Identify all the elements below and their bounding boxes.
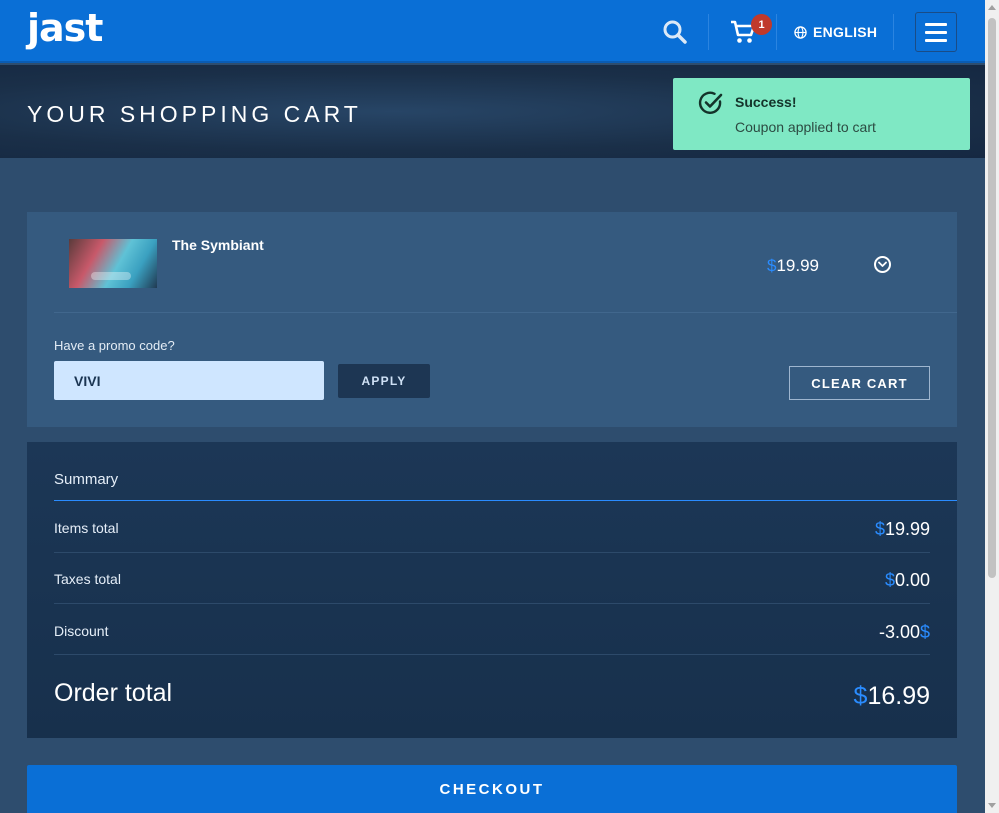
top-navbar: jast 1 ENGLISH xyxy=(0,0,985,63)
scroll-down-arrow-icon[interactable] xyxy=(988,803,996,808)
price-value: 19.99 xyxy=(776,256,820,275)
toast-message: Coupon applied to cart xyxy=(735,119,876,135)
divider xyxy=(54,500,957,501)
cart-count-badge: 1 xyxy=(751,14,772,35)
chevron-down-icon xyxy=(878,261,887,267)
nav-divider xyxy=(776,14,777,50)
item-expand-button[interactable] xyxy=(874,256,891,273)
nav-divider xyxy=(893,14,894,50)
promo-code-input[interactable] xyxy=(54,361,324,400)
search-icon[interactable] xyxy=(662,19,688,45)
menu-button[interactable] xyxy=(915,12,957,52)
scrollbar-thumb[interactable] xyxy=(988,18,996,578)
discount-value: -3.00$ xyxy=(878,622,930,642)
product-price: $19.99 xyxy=(767,256,819,276)
check-circle-icon xyxy=(698,91,723,114)
language-label: ENGLISH xyxy=(813,24,878,40)
page-title: YOUR SHOPPING CART xyxy=(27,101,362,127)
taxes-total-label: Taxes total xyxy=(54,571,121,587)
clear-cart-button[interactable]: CLEAR CART xyxy=(789,366,930,400)
items-total-label: Items total xyxy=(54,520,119,536)
divider xyxy=(54,654,930,655)
promo-label: Have a promo code? xyxy=(54,338,175,353)
toast-title: Success! xyxy=(735,94,797,110)
product-thumbnail[interactable] xyxy=(69,239,157,288)
checkout-button[interactable]: CHECKOUT xyxy=(27,765,957,813)
page-scrollbar[interactable] xyxy=(985,0,999,813)
order-total-label: Order total xyxy=(54,679,173,707)
site-logo[interactable]: jast xyxy=(27,6,103,50)
order-summary: Summary Items total $19.99 Taxes total $… xyxy=(27,442,957,738)
nav-divider xyxy=(708,14,709,50)
discount-label: Discount xyxy=(54,623,109,639)
scroll-up-arrow-icon[interactable] xyxy=(988,5,996,10)
divider xyxy=(54,552,930,553)
divider xyxy=(54,603,930,604)
globe-icon xyxy=(794,25,807,39)
product-title[interactable]: The Symbiant xyxy=(172,237,264,253)
apply-promo-button[interactable]: APPLY xyxy=(338,364,430,398)
taxes-total-value: $0.00 xyxy=(884,570,930,590)
cart-items-card: The Symbiant $19.99 Have a promo code? A… xyxy=(27,212,957,427)
items-total-value: $19.99 xyxy=(874,519,930,539)
menu-icon xyxy=(925,22,947,26)
divider xyxy=(54,312,957,313)
order-total-value: $16.99 xyxy=(853,682,930,710)
summary-heading: Summary xyxy=(54,471,119,488)
success-toast[interactable]: Success! Coupon applied to cart xyxy=(673,78,970,150)
language-selector[interactable]: ENGLISH xyxy=(794,24,877,40)
